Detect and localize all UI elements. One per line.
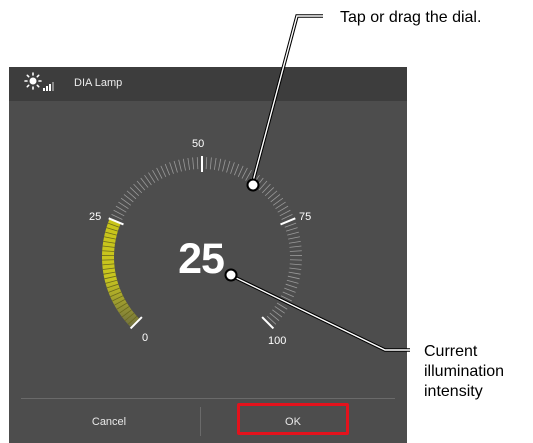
- intensity-callout-line3: intensity: [424, 383, 483, 400]
- dial-minor-tick: [281, 214, 293, 220]
- dial-minor-tick: [230, 162, 235, 174]
- dial-minor-tick: [192, 157, 195, 170]
- dial-minor-tick: [148, 172, 156, 183]
- tick-label-50: 50: [192, 138, 205, 150]
- dial-minor-tick: [152, 169, 159, 181]
- dial-minor-tick: [226, 160, 231, 173]
- dial-minor-tick: [280, 295, 292, 302]
- dial-minor-tick: [289, 250, 302, 252]
- ok-button[interactable]: OK: [237, 403, 349, 435]
- page: DIA Lamp 25 0 25 50 75 100 Cancel OK Tap…: [0, 0, 533, 443]
- dial-minor-tick: [277, 205, 289, 213]
- dial-minor-tick: [274, 306, 285, 314]
- dial-minor-tick: [284, 222, 297, 228]
- dial-minor-tick: [113, 209, 125, 217]
- dial-minor-tick: [222, 159, 226, 172]
- dial-minor-tick: [164, 163, 170, 176]
- tick-label-75: 75: [299, 211, 312, 223]
- dial-minor-tick: [285, 283, 298, 289]
- tick-label-25: 25: [89, 211, 102, 223]
- intensity-callout-text: Current illumination intensity: [424, 342, 504, 402]
- current-value: 25: [178, 235, 225, 283]
- dial-minor-tick: [278, 299, 290, 306]
- dial-minor-tick: [245, 169, 252, 181]
- dia-lamp-dialog: DIA Lamp 25 0 25 50 75 100 Cancel OK: [9, 67, 407, 443]
- dial-minor-tick: [111, 214, 123, 220]
- dial-minor-tick: [289, 263, 302, 266]
- dial-minor-tick: [205, 157, 208, 170]
- dial-minor-tick: [144, 174, 152, 186]
- dial-minor-tick: [287, 275, 300, 280]
- footer-divider: [200, 407, 201, 436]
- dial-major-tick-100: [261, 316, 275, 330]
- dial-minor-tick: [160, 165, 167, 177]
- dial-minor-tick: [288, 240, 301, 244]
- dial-minor-tick: [252, 174, 260, 186]
- dial-minor-tick: [288, 271, 301, 275]
- dial-minor-tick: [234, 163, 240, 176]
- dial-minor-tick: [289, 267, 302, 270]
- dial-minor-tick: [218, 158, 222, 171]
- dial-minor-tick: [182, 158, 186, 171]
- dial-minor-tick: [169, 162, 174, 174]
- dial-minor-tick: [237, 165, 244, 177]
- dial-minor-tick: [118, 201, 129, 210]
- dial-minor-tick: [156, 167, 163, 179]
- dial-minor-tick: [241, 167, 248, 179]
- dial-minor-tick: [196, 157, 199, 170]
- dial-minor-tick: [287, 231, 299, 236]
- dial-minor-tick: [248, 172, 256, 183]
- dial-minor-tick: [187, 157, 190, 170]
- dial-minor-tick: [284, 287, 296, 293]
- dial-callout-text: Tap or drag the dial.: [340, 9, 482, 26]
- intensity-callout-line1: Current: [424, 343, 478, 360]
- dial-minor-tick: [288, 236, 301, 240]
- intensity-callout-line2: illumination: [424, 363, 505, 380]
- dial-minor-tick: [285, 227, 298, 232]
- tick-label-0: 0: [142, 332, 149, 344]
- dial-minor-tick: [178, 159, 182, 172]
- dial-minor-tick: [214, 157, 217, 170]
- illumination-dial[interactable]: [9, 67, 407, 397]
- dial-minor-tick: [173, 160, 178, 173]
- cancel-button[interactable]: Cancel: [39, 406, 179, 438]
- tick-label-100: 100: [268, 335, 287, 347]
- dial-minor-tick: [289, 245, 302, 248]
- dial-minor-tick: [275, 201, 286, 210]
- dial-minor-tick: [282, 291, 294, 298]
- dial-minor-tick: [115, 205, 127, 213]
- footer-separator: [21, 398, 395, 399]
- dial-minor-tick: [286, 279, 299, 284]
- dial-minor-tick: [209, 157, 212, 170]
- dial-minor-tick: [279, 209, 291, 217]
- dial-minor-tick: [276, 302, 288, 310]
